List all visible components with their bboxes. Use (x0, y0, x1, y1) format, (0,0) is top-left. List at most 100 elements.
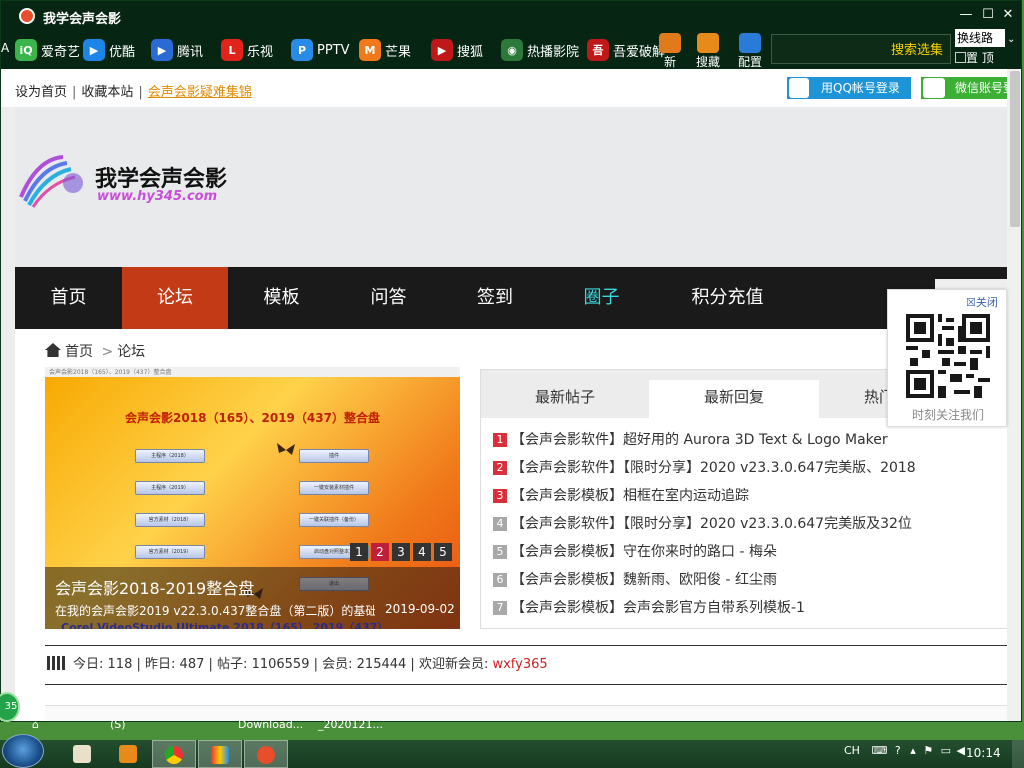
desktop-icon-label[interactable]: (S) (110, 718, 126, 731)
desktop-icon-label[interactable]: _2020121... (318, 718, 383, 731)
slide-caption-title[interactable]: 会声会影2018-2019整合盘 (55, 575, 254, 599)
taskbar-explorer[interactable] (60, 740, 104, 768)
pin-top-label: 置 顶 (966, 51, 994, 65)
pin-top-checkbox[interactable]: 置 顶 (955, 49, 994, 66)
bookmark-link[interactable]: 收藏本站 (81, 85, 133, 100)
taskbar-chrome[interactable] (152, 740, 196, 768)
tool-button-0[interactable]: 新 (653, 31, 687, 69)
volume-icon[interactable]: ◀ (957, 744, 965, 757)
site-link-5[interactable]: M 芒果 (359, 36, 411, 64)
site-logo-icon[interactable] (17, 153, 97, 209)
content-bottom-box (45, 705, 1007, 721)
top-links-bar: 设为首页|收藏本站|会声会影疑难集锦 用QQ帐号登录 微信账号登录 (1, 69, 1007, 117)
qq-login-button[interactable]: 用QQ帐号登录 (787, 77, 911, 99)
taskbar-hy345[interactable] (244, 740, 288, 768)
keyboard-icon[interactable]: ⌨ (871, 744, 887, 757)
slide-pager: 12345 (347, 543, 452, 561)
start-button[interactable] (2, 734, 44, 768)
nav-item-3[interactable]: 问答 (335, 267, 442, 329)
post-title[interactable]: 【会声会影软件】【限时分享】2020 v23.3.0.647完美版、2018 (511, 460, 916, 476)
post-item[interactable]: 5 【会声会影模板】守在你来时的路口 - 梅朵 (493, 538, 916, 566)
nav-item-4[interactable]: 签到 (442, 267, 548, 329)
tab-1[interactable]: 最新回复 (649, 380, 819, 418)
post-item[interactable]: 4 【会声会影软件】【限时分享】2020 v23.3.0.647完美版及32位 (493, 510, 916, 538)
post-title[interactable]: 【会声会影模板】会声会影官方自带系列模板-1 (511, 600, 805, 616)
vertical-scrollbar[interactable] (1007, 69, 1021, 721)
tool-button-2[interactable]: 配置 (733, 31, 767, 69)
tool-label: 新 (663, 55, 676, 69)
site-label: 优酷 (109, 44, 136, 60)
post-item[interactable]: 1 【会声会影软件】超好用的 Aurora 3D Text & Logo Make… (493, 426, 916, 454)
nav-item-2[interactable]: 模板 (228, 267, 335, 329)
maximize-icon[interactable]: ☐ (979, 6, 997, 24)
slide-page-4[interactable]: 4 (413, 543, 431, 561)
clock[interactable]: 10:14 (966, 746, 1001, 760)
wechat-login-button[interactable]: 微信账号登录 (921, 77, 1007, 117)
tray-arrow-icon[interactable]: ▴ (910, 744, 916, 757)
scrollbar-thumb[interactable] (1010, 71, 1020, 227)
network-icon[interactable]: ▭ (941, 744, 951, 757)
forum-stats: 今日: 118 | 昨日: 487 | 帖子: 1106559 | 会员: 21… (45, 645, 1007, 685)
post-title[interactable]: 【会声会影模板】守在你来时的路口 - 梅朵 (511, 544, 777, 560)
app-logo-icon (19, 8, 35, 24)
qr-close-label: 关闭 (975, 296, 998, 309)
tab-0[interactable]: 最新帖子 (481, 380, 649, 418)
post-title[interactable]: 【会声会影模板】魏新雨、欧阳俊 - 红尘雨 (511, 572, 777, 588)
hy345-icon (257, 746, 275, 764)
site-link-4[interactable]: P PPTV (291, 36, 350, 64)
post-item[interactable]: 6 【会声会影模板】魏新雨、欧阳俊 - 红尘雨 (493, 566, 916, 594)
help-icon[interactable]: ? (895, 744, 901, 757)
post-title[interactable]: 【会声会影软件】【限时分享】2020 v23.3.0.647完美版及32位 (511, 516, 912, 532)
nav-item-1[interactable]: 论坛 (122, 267, 228, 329)
post-rank: 4 (493, 517, 507, 531)
left-letter: A (1, 41, 10, 55)
site-link-7[interactable]: ◉ 热播影院 (501, 36, 579, 64)
slide-page-5[interactable]: 5 (434, 543, 452, 561)
switch-line-select[interactable]: 换线路 (955, 29, 1005, 47)
featured-slideshow[interactable]: 会声会影2018（165）、2019（437）整合盘 会声会影2018（165）… (45, 367, 460, 629)
52pojie-icon: 吾 (587, 39, 609, 61)
newest-member-link[interactable]: wxfy365 (492, 657, 547, 672)
slide-button-left: 官方素材（2019） (135, 545, 205, 559)
slide-page-2[interactable]: 2 (371, 543, 389, 561)
search-episodes-button[interactable]: 搜索选集 (891, 39, 943, 58)
qr-close-button[interactable]: ☒关闭 (966, 294, 998, 310)
post-rank: 2 (493, 461, 507, 475)
site-link-0[interactable]: iQ 爱奇艺 (15, 36, 80, 64)
taskbar-app[interactable] (198, 740, 242, 768)
site-link-3[interactable]: L 乐视 (221, 36, 273, 64)
slide-page-3[interactable]: 3 (392, 543, 410, 561)
desktop-icon-label[interactable]: Download... (238, 718, 303, 731)
set-home-link[interactable]: 设为首页 (15, 85, 67, 100)
wechat-icon (923, 78, 945, 98)
chevron-down-icon[interactable]: ⌄ (1007, 34, 1015, 45)
site-link-2[interactable]: ▶ 腾讯 (151, 36, 203, 64)
taskbar-media-player[interactable] (106, 740, 150, 768)
tool-button-1[interactable]: 搜藏 (691, 31, 725, 69)
post-title[interactable]: 【会声会影模板】相框在室内运动追踪 (511, 488, 749, 504)
nav-item-0[interactable]: 首页 (15, 267, 122, 329)
site-link-6[interactable]: ▶ 搜狐 (431, 36, 483, 64)
minimize-icon[interactable]: — (957, 6, 975, 24)
home-icon[interactable] (45, 343, 61, 357)
post-title[interactable]: 【会声会影软件】超好用的 Aurora 3D Text & Logo Maker (511, 432, 888, 448)
language-indicator[interactable]: CH (844, 744, 860, 757)
breadcrumb-home[interactable]: 首页 (65, 344, 93, 360)
post-item[interactable]: 7 【会声会影模板】会声会影官方自带系列模板-1 (493, 594, 916, 622)
flag-icon[interactable]: ⚑ (923, 744, 933, 757)
home-config-icon (739, 33, 761, 53)
close-icon[interactable]: ✕ (999, 6, 1017, 24)
show-desktop-button[interactable] (1012, 740, 1024, 768)
help-link[interactable]: 会声会影疑难集锦 (148, 85, 252, 100)
desktop-icon-label[interactable]: ⌂ (32, 718, 39, 731)
system-tray: CH ⌨ ? ▴ ⚑ ▭ ◀ (844, 744, 965, 757)
post-item[interactable]: 3 【会声会影模板】相框在室内运动追踪 (493, 482, 916, 510)
nav-item-5[interactable]: 圈子 (548, 267, 655, 329)
site-link-1[interactable]: ▶ 优酷 (83, 36, 135, 64)
slide-page-1[interactable]: 1 (350, 543, 368, 561)
nav-item-6[interactable]: 积分充值 (655, 267, 800, 329)
slide-button-right: 一键关联插件（备份） (299, 513, 369, 527)
hotplay-icon: ◉ (501, 39, 523, 61)
post-item[interactable]: 2 【会声会影软件】【限时分享】2020 v23.3.0.647完美版、2018 (493, 454, 916, 482)
checkbox-icon[interactable] (955, 52, 966, 63)
